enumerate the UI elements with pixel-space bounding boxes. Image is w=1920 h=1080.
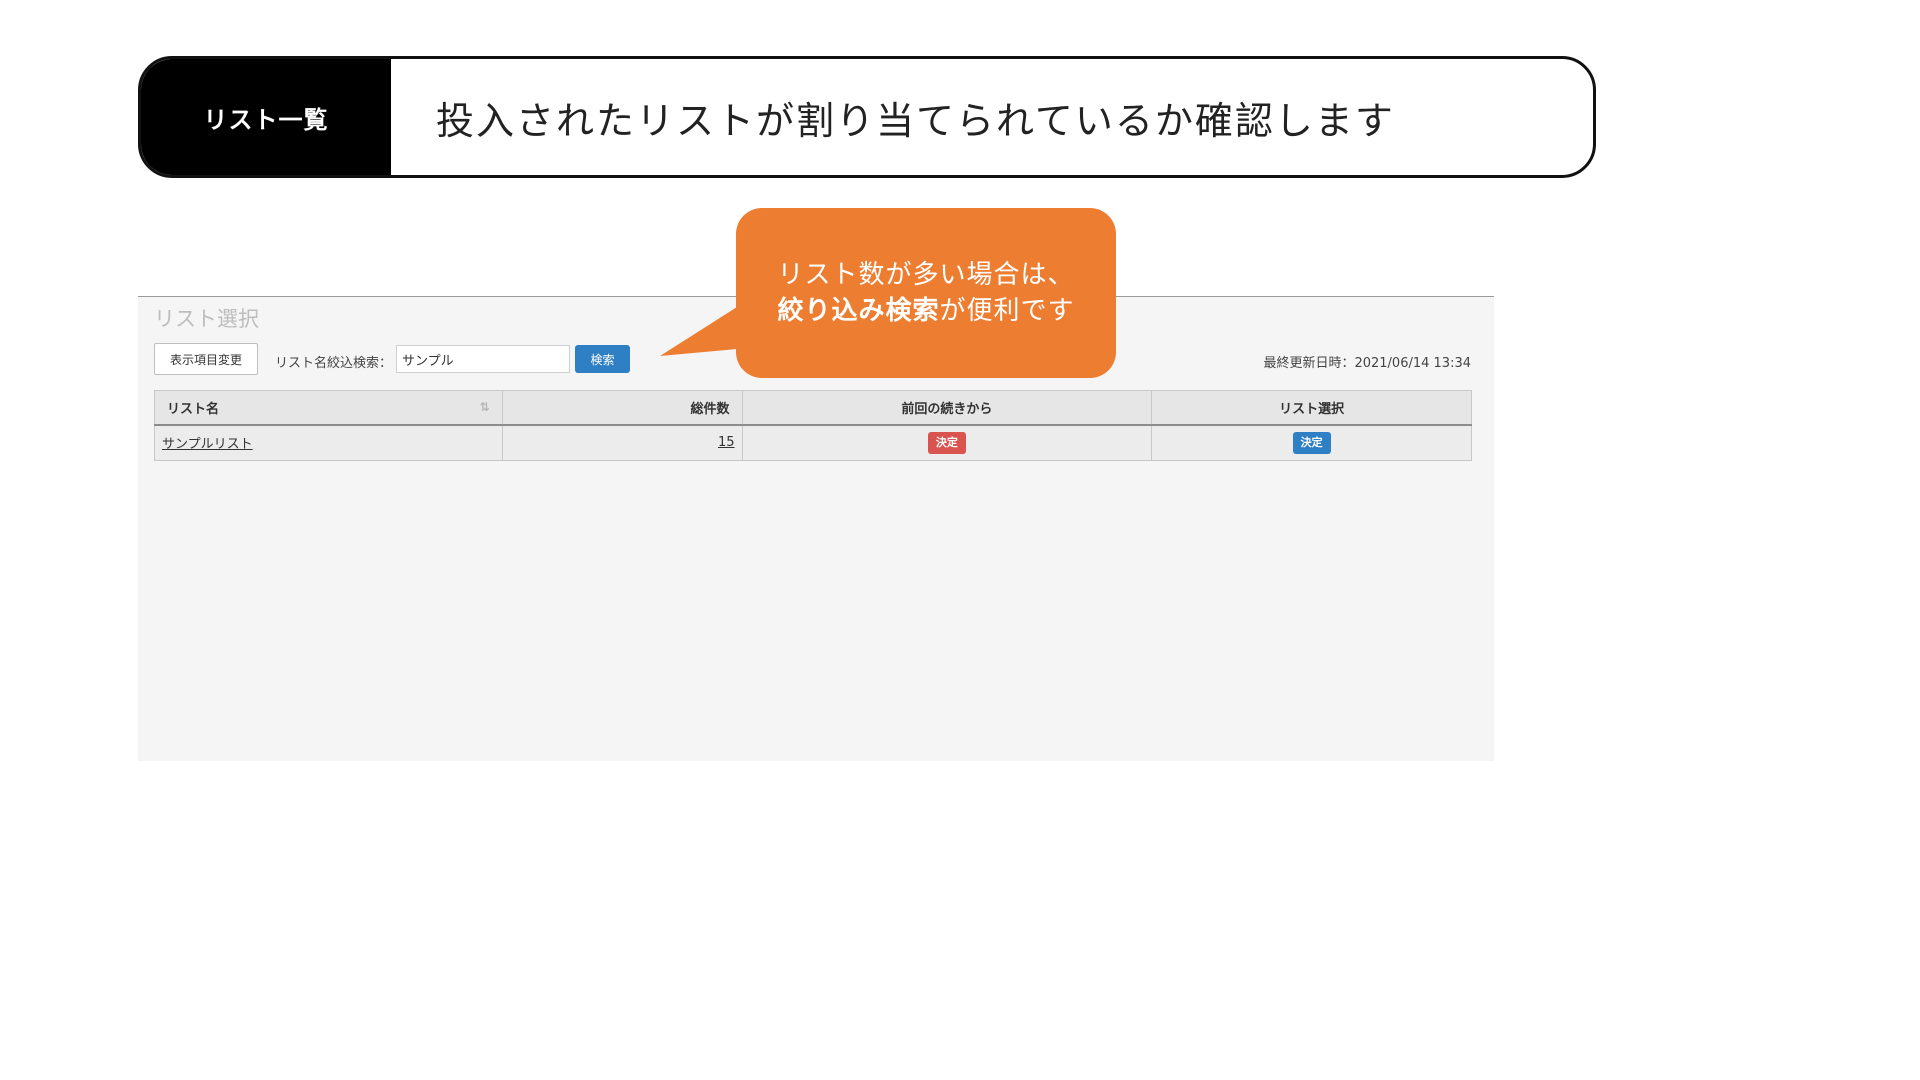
instruction-banner: リスト一覧 投入されたリストが割り当てられているか確認します <box>138 56 1596 178</box>
header-continue: 前回の続きから <box>741 390 1153 426</box>
continue-decide-button[interactable]: 決定 <box>927 431 966 454</box>
callout-rest-text: が便利です <box>939 296 1075 326</box>
banner-tag: リスト一覧 <box>141 59 391 175</box>
list-name-filter-input[interactable] <box>396 345 570 373</box>
header-select: リスト選択 <box>1151 390 1472 426</box>
callout-line1: リスト数が多い場合は、 <box>777 260 1075 290</box>
display-items-button[interactable]: 表示項目変更 <box>154 343 258 375</box>
list-table: リスト名 ⇅ 総件数 前回の続きから リスト選択 サンプルリスト 15 決定 決… <box>154 390 1472 461</box>
select-decide-button[interactable]: 決定 <box>1292 431 1331 454</box>
total-count-link[interactable]: 15 <box>718 435 735 450</box>
filter-label: リスト名絞込検索： <box>275 356 393 371</box>
header-list-name[interactable]: リスト名 ⇅ <box>154 390 503 426</box>
table-header-row: リスト名 ⇅ 総件数 前回の続きから リスト選択 <box>154 390 1472 426</box>
search-button[interactable]: 検索 <box>575 345 630 373</box>
callout-bold-text: 絞り込み検索 <box>777 296 940 326</box>
panel-title: リスト選択 <box>154 307 259 331</box>
banner-text: 投入されたリストが割り当てられているか確認します <box>436 98 1395 143</box>
table-row: サンプルリスト 15 決定 決定 <box>154 424 1472 461</box>
cell-select: 決定 <box>1151 424 1472 461</box>
header-total: 総件数 <box>501 390 743 426</box>
sort-arrows-icon[interactable]: ⇅ <box>480 400 490 414</box>
cell-list-name: サンプルリスト <box>154 424 503 461</box>
list-name-link[interactable]: サンプルリスト <box>162 437 253 452</box>
header-list-name-label: リスト名 <box>167 401 220 417</box>
callout-line2: 絞り込み検索が便利です <box>777 293 1074 329</box>
cell-total: 15 <box>501 424 743 461</box>
last-updated-text: 最終更新日時：2021/06/14 13:34 <box>1263 356 1471 371</box>
tip-callout: リスト数が多い場合は、 絞り込み検索が便利です <box>736 208 1116 378</box>
cell-continue: 決定 <box>741 424 1153 461</box>
